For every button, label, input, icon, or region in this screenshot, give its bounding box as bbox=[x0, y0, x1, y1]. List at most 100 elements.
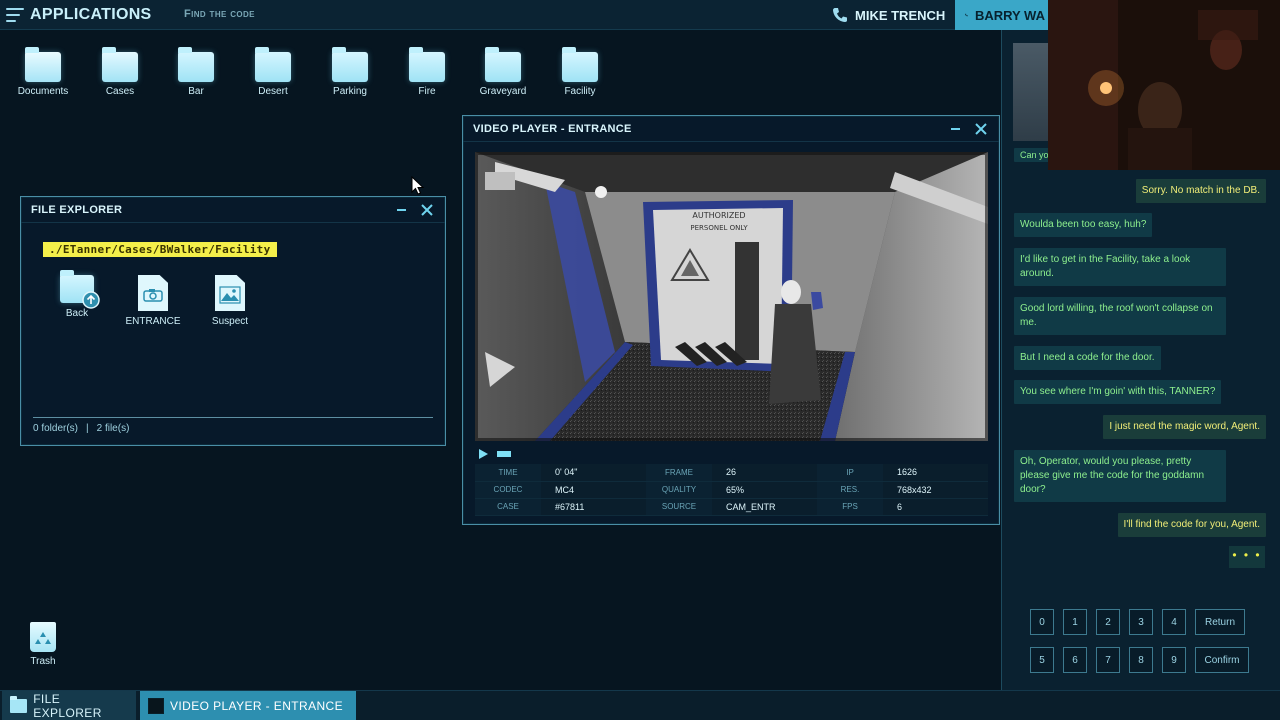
desktop-icon-facility[interactable]: Facility bbox=[545, 47, 615, 97]
fe-item-suspect[interactable]: Suspect bbox=[200, 275, 260, 327]
desktop-icon-label: Parking bbox=[333, 86, 367, 97]
file-count: 2 file(s) bbox=[96, 423, 130, 434]
task-label: FILE EXPLORER bbox=[33, 692, 102, 720]
keypad-key-1[interactable]: 1 bbox=[1063, 609, 1087, 635]
chat-message-incoming: I'd like to get in the Facility, take a … bbox=[1014, 248, 1226, 286]
status-separator: | bbox=[86, 423, 89, 434]
video-window-icon bbox=[148, 698, 164, 714]
fe-item-entrance[interactable]: ENTRANCE bbox=[123, 275, 183, 327]
folder-icon bbox=[255, 47, 291, 82]
chat-message-incoming: Good lord willing, the roof won't collap… bbox=[1014, 297, 1226, 335]
up-arrow-icon bbox=[82, 291, 100, 309]
meta-key: FPS bbox=[817, 498, 883, 516]
desktop-icon-parking[interactable]: Parking bbox=[315, 47, 385, 97]
folder-icon bbox=[10, 696, 28, 713]
video-progress-bar[interactable] bbox=[497, 451, 511, 457]
keypad-key-0[interactable]: 0 bbox=[1030, 609, 1054, 635]
chat-message-outgoing: I just need the magic word, Agent. bbox=[1103, 415, 1266, 439]
objective-text: Find the code bbox=[184, 8, 255, 20]
meta-value: 6 bbox=[883, 498, 988, 516]
close-button[interactable] bbox=[973, 121, 989, 137]
meta-row: CODEC MC4 QUALITY 65% RES. 768x432 bbox=[475, 481, 988, 499]
desktop-icon-trash[interactable]: Trash bbox=[20, 622, 66, 667]
keypad-key-4[interactable]: 4 bbox=[1162, 609, 1186, 635]
play-icon[interactable] bbox=[477, 448, 489, 460]
folder-count: 0 folder(s) bbox=[33, 423, 79, 434]
desktop-icon-bar[interactable]: Bar bbox=[161, 47, 231, 97]
keypad-key-2[interactable]: 2 bbox=[1096, 609, 1120, 635]
folder-back-icon bbox=[60, 270, 100, 309]
file-explorer-window: FILE EXPLORER ./ETanner/Cases/BWalker/Fa… bbox=[20, 196, 446, 446]
desktop-icon-desert[interactable]: Desert bbox=[238, 47, 308, 97]
window-title: FILE EXPLORER bbox=[31, 203, 123, 216]
meta-key: CODEC bbox=[475, 481, 541, 499]
image-file-icon bbox=[215, 275, 245, 311]
taskbar: FILE EXPLORER VIDEO PLAYER - ENTRANCE bbox=[0, 690, 1280, 720]
desktop-icon-fire[interactable]: Fire bbox=[392, 47, 462, 97]
desktop-icon-cases[interactable]: Cases bbox=[85, 47, 155, 97]
desktop-icon-label: Graveyard bbox=[479, 86, 527, 97]
mouse-cursor-icon bbox=[411, 176, 425, 195]
keypad-key-7[interactable]: 7 bbox=[1096, 647, 1120, 673]
taskbar-file-explorer[interactable]: FILE EXPLORER bbox=[2, 691, 136, 720]
contact-name: BARRY WA bbox=[974, 7, 1045, 23]
contact-avatar bbox=[1013, 43, 1049, 141]
documents-folder-icon bbox=[25, 47, 61, 82]
fe-item-label: Back bbox=[65, 308, 89, 319]
meta-value: 65% bbox=[712, 481, 817, 499]
contact-mike-trench[interactable]: MIKE TRENCH bbox=[822, 0, 955, 30]
file-explorer-titlebar[interactable]: FILE EXPLORER bbox=[21, 197, 445, 223]
desktop-icon-documents[interactable]: Documents bbox=[8, 47, 78, 97]
fe-item-back[interactable]: Back bbox=[47, 270, 107, 319]
meta-key: QUALITY bbox=[646, 481, 712, 499]
meta-key: TIME bbox=[475, 464, 541, 482]
applications-menu-button[interactable]: Applications bbox=[6, 4, 152, 26]
close-button[interactable] bbox=[419, 202, 435, 218]
meta-value: MC4 bbox=[541, 481, 646, 499]
meta-key: RES. bbox=[817, 481, 883, 499]
meta-value: 768x432 bbox=[883, 481, 988, 499]
contact-barry-walker[interactable]: BARRY WA bbox=[955, 0, 1055, 30]
meta-row: CASE #67811 SOURCE CAM_ENTR FPS 6 bbox=[475, 498, 988, 516]
desktop-icon-graveyard[interactable]: Graveyard bbox=[468, 47, 538, 97]
minimize-button[interactable] bbox=[393, 202, 409, 218]
close-icon bbox=[975, 122, 987, 135]
folder-icon bbox=[409, 47, 445, 82]
video-frame[interactable]: AUTHORIZED PERSONEL ONLY bbox=[475, 152, 988, 441]
recycle-icon bbox=[35, 632, 51, 644]
keypad-key-9[interactable]: 9 bbox=[1162, 647, 1186, 673]
meta-value: 1626 bbox=[883, 464, 988, 482]
camera-icon bbox=[143, 289, 163, 302]
file-explorer-status: 0 folder(s) | 2 file(s) bbox=[33, 423, 129, 434]
window-title: VIDEO PLAYER - ENTRANCE bbox=[473, 122, 632, 135]
minimize-button[interactable] bbox=[947, 121, 963, 137]
folder-icon bbox=[178, 47, 214, 82]
typing-indicator: • • • bbox=[1229, 546, 1265, 568]
phone-icon bbox=[965, 13, 968, 17]
meta-value: 0' 04" bbox=[541, 464, 646, 482]
meta-key: SOURCE bbox=[646, 498, 712, 516]
keypad-confirm-button[interactable]: Confirm bbox=[1195, 647, 1249, 673]
keypad-key-3[interactable]: 3 bbox=[1129, 609, 1153, 635]
folder-icon bbox=[562, 47, 598, 82]
contact-name: MIKE TRENCH bbox=[855, 7, 946, 23]
taskbar-video-player[interactable]: VIDEO PLAYER - ENTRANCE bbox=[140, 691, 356, 720]
chat-message-incoming: Woulda been too easy, huh? bbox=[1014, 213, 1153, 237]
keypad-key-5[interactable]: 5 bbox=[1030, 647, 1054, 673]
applications-title: Applications bbox=[30, 6, 152, 23]
keypad-return-button[interactable]: Return bbox=[1195, 609, 1245, 635]
chat-message-incoming: You see where I'm goin' with this, TANNE… bbox=[1014, 380, 1222, 404]
keypad-key-8[interactable]: 8 bbox=[1129, 647, 1153, 673]
cctv-scene: AUTHORIZED PERSONEL ONLY bbox=[475, 152, 988, 441]
meta-value: CAM_ENTR bbox=[712, 498, 817, 516]
path-breadcrumb: ./ETanner/Cases/BWalker/Facility bbox=[43, 242, 277, 257]
door-sign-line2: PERSONEL ONLY bbox=[690, 224, 748, 232]
keypad-key-6[interactable]: 6 bbox=[1063, 647, 1087, 673]
folder-icon bbox=[332, 47, 368, 82]
fe-item-label: Suspect bbox=[211, 316, 249, 327]
meta-key: FRAME bbox=[646, 464, 712, 482]
desktop-icon-label: Cases bbox=[105, 86, 135, 97]
trash-icon bbox=[30, 622, 56, 652]
video-player-titlebar[interactable]: VIDEO PLAYER - ENTRANCE bbox=[463, 116, 999, 142]
phone-icon bbox=[833, 8, 847, 22]
